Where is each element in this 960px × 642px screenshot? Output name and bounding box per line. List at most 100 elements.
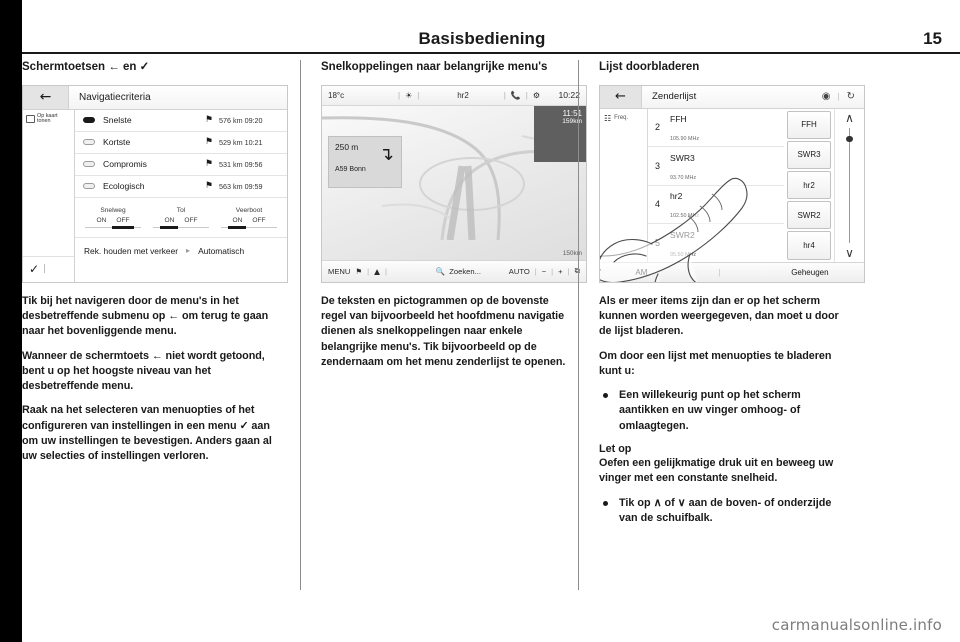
station-frequency: 95.50 MHz <box>670 251 697 258</box>
list-item[interactable]: Ecologisch ⚑ 563 km 09:59 <box>75 176 287 198</box>
radio-icon[interactable] <box>83 161 95 168</box>
memory-button[interactable]: Geheugen <box>791 268 828 277</box>
column-1-heading: Schermtoetsen ← en ✓ <box>22 61 150 73</box>
watermark: carmanualsonline.info <box>771 616 942 634</box>
search-label: Zoeken... <box>449 266 481 276</box>
station-shortcut[interactable]: hr2 <box>431 91 494 100</box>
eta-time: 11:51 <box>562 108 582 118</box>
scrollbar[interactable]: ∧ ∨ <box>834 108 864 262</box>
preset-button[interactable]: SWR2 <box>787 201 831 230</box>
toggle-off-option[interactable]: OFF <box>184 217 197 228</box>
sun-icon[interactable]: ☀ <box>405 91 412 100</box>
toggle-off-option[interactable]: OFF <box>252 217 265 228</box>
flag-icon: ⚑ <box>204 159 213 170</box>
toggle-on-option[interactable]: ON <box>228 217 247 229</box>
list-item: Een willekeurig punt op het scherm aanti… <box>599 388 844 434</box>
list-item[interactable]: Snelste ⚑ 576 km 09:20 <box>75 110 287 132</box>
station-name: SWR3 <box>670 152 695 163</box>
confirm-button[interactable]: ✓ <box>23 255 74 278</box>
clock-display: 10:22 <box>558 90 580 101</box>
toggle-off-option[interactable]: OFF <box>112 217 134 229</box>
station-frequency: 93.70 MHz <box>670 174 697 181</box>
preset-buttons: FFH SWR3 hr2 SWR2 hr4 <box>784 109 834 262</box>
turn-right-icon: ↴ <box>378 143 394 165</box>
search-icon: 🔍 <box>435 266 446 276</box>
map-status-bar: 18°c | ☀ | hr2 | 📞 | ⚙ 10:22 <box>322 85 586 106</box>
station-number: 4 <box>655 199 661 210</box>
station-name: FFH <box>670 114 687 125</box>
scroll-methods-list-1: Een willekeurig punt op het scherm aanti… <box>599 388 844 434</box>
frequency-button[interactable]: ☷ Freq. <box>604 114 643 123</box>
chevron-up-icon[interactable]: ∧ <box>845 112 854 124</box>
gear-icon[interactable]: ⚙ <box>533 91 540 100</box>
tune-icon[interactable]: ◉ <box>822 91 831 102</box>
preset-button[interactable]: SWR3 <box>787 140 831 169</box>
search-button[interactable]: 🔍 Zoeken... <box>408 267 509 276</box>
criteria-label: Ecologisch <box>103 181 145 192</box>
turn-guidance-panel: 250 m A59 Bonn ↴ <box>328 135 402 188</box>
traffic-setting-row[interactable]: Rek. houden met verkeer ▸ Automatisch <box>75 238 287 264</box>
nav-screen-sidebar: Op kaart tonen ✓ <box>23 109 75 282</box>
check-icon: ✓ <box>29 261 40 276</box>
flag-icon[interactable]: ⚑ <box>355 267 362 276</box>
station-list-screenshot: ← Zenderlijst ◉ | ↻ ☷ Freq. 2 FFH 105.90… <box>599 84 865 283</box>
list-item[interactable]: Kortste ⚑ 529 km 10:21 <box>75 132 287 154</box>
preset-button[interactable]: hr4 <box>787 231 831 260</box>
content-columns: Schermtoetsen ← en ✓ ← Navigatiecriteria… <box>22 60 960 612</box>
show-on-map-button[interactable]: Op kaart tonen <box>23 113 74 126</box>
station-number: 3 <box>655 160 661 171</box>
toggle-tol[interactable]: Tol ON OFF <box>147 206 215 229</box>
frequency-label: Freq. <box>614 115 629 122</box>
radio-icon[interactable] <box>83 117 95 124</box>
chevron-right-icon: ▸ <box>186 246 191 256</box>
station-list-titlebar: ← Zenderlijst ◉ | ↻ <box>600 85 864 109</box>
note-heading: Let op <box>599 443 632 456</box>
back-arrow-icon[interactable]: ← <box>600 85 642 109</box>
position-arrow-icon[interactable]: ▲ <box>374 267 380 276</box>
chevron-down-icon[interactable]: ∨ <box>845 247 854 259</box>
refresh-icon[interactable]: ↻ <box>847 91 855 102</box>
guidance-street: A59 Bonn <box>335 165 366 173</box>
station-list-title: Zenderlijst <box>652 91 697 103</box>
column-2-heading: Snelkoppelingen naar belangrijke menu's <box>321 61 548 73</box>
phone-icon[interactable]: 📞 <box>511 91 521 100</box>
list-item: Tik op ∧ of ∨ aan de boven- of onderzijd… <box>599 496 844 527</box>
zoom-out-button[interactable]: − <box>542 267 546 276</box>
list-item[interactable]: Compromis ⚑ 531 km 09:56 <box>75 154 287 176</box>
flag-icon: ⚑ <box>204 115 213 126</box>
am-button[interactable]: AM <box>635 268 647 277</box>
toggle-snelweg[interactable]: Snelweg ON OFF <box>79 207 147 229</box>
column-3: Lijst doorbladeren ← Zenderlijst ◉ | ↻ ☷ <box>578 60 865 612</box>
radio-icon[interactable] <box>83 183 95 190</box>
preset-button[interactable]: FFH <box>787 110 831 139</box>
nav-criteria-list: Snelste ⚑ 576 km 09:20 Kortste ⚑ 529 km … <box>75 110 287 282</box>
column-divider <box>300 60 301 590</box>
column-3-paragraph-2: Om door een lijst met menuopties te blad… <box>599 349 832 377</box>
station-rows: 2 FFH 105.90 MHz 3 SWR3 93.70 MHz 4 hr2 … <box>648 109 784 262</box>
toggle-on-option[interactable]: ON <box>160 217 179 229</box>
list-item[interactable]: 2 FFH 105.90 MHz <box>648 109 784 148</box>
scrollbar-thumb[interactable] <box>846 135 853 143</box>
traffic-setting-value: Automatisch <box>198 245 245 256</box>
radio-icon[interactable] <box>83 139 95 146</box>
list-item[interactable]: 4 hr2 102.50 MHz <box>648 186 784 225</box>
toggle-veerboot[interactable]: Veerboot ON OFF <box>215 206 283 229</box>
criteria-label: Kortste <box>103 137 131 148</box>
zoom-in-button[interactable]: + <box>558 267 562 276</box>
map-canvas[interactable]: 250 m A59 Bonn ↴ 11:51 159km 150km <box>322 105 586 260</box>
column-1-paragraph-3: Raak na het selecteren van menuopties of… <box>22 404 272 463</box>
scroll-methods-list-2: Tik op ∧ of ∨ aan de boven- of onderzijd… <box>599 496 844 527</box>
nav-screen-title: Navigatiecriteria <box>79 91 151 103</box>
scrollbar-track[interactable] <box>846 127 853 243</box>
freq-icon: ☷ <box>604 113 612 123</box>
menu-button[interactable]: MENU <box>328 267 350 276</box>
toggle-label: Tol <box>176 206 186 214</box>
list-item[interactable]: 5 SWR2 95.50 MHz <box>648 224 784 262</box>
temperature-display: 18°c <box>328 90 345 100</box>
preset-button[interactable]: hr2 <box>787 170 831 200</box>
back-arrow-icon[interactable]: ← <box>23 85 69 110</box>
toggle-label: Veerboot <box>235 206 263 214</box>
auto-zoom-button[interactable]: AUTO <box>509 267 530 276</box>
toggle-on-option[interactable]: ON <box>96 217 106 228</box>
list-item[interactable]: 3 SWR3 93.70 MHz <box>648 147 784 186</box>
